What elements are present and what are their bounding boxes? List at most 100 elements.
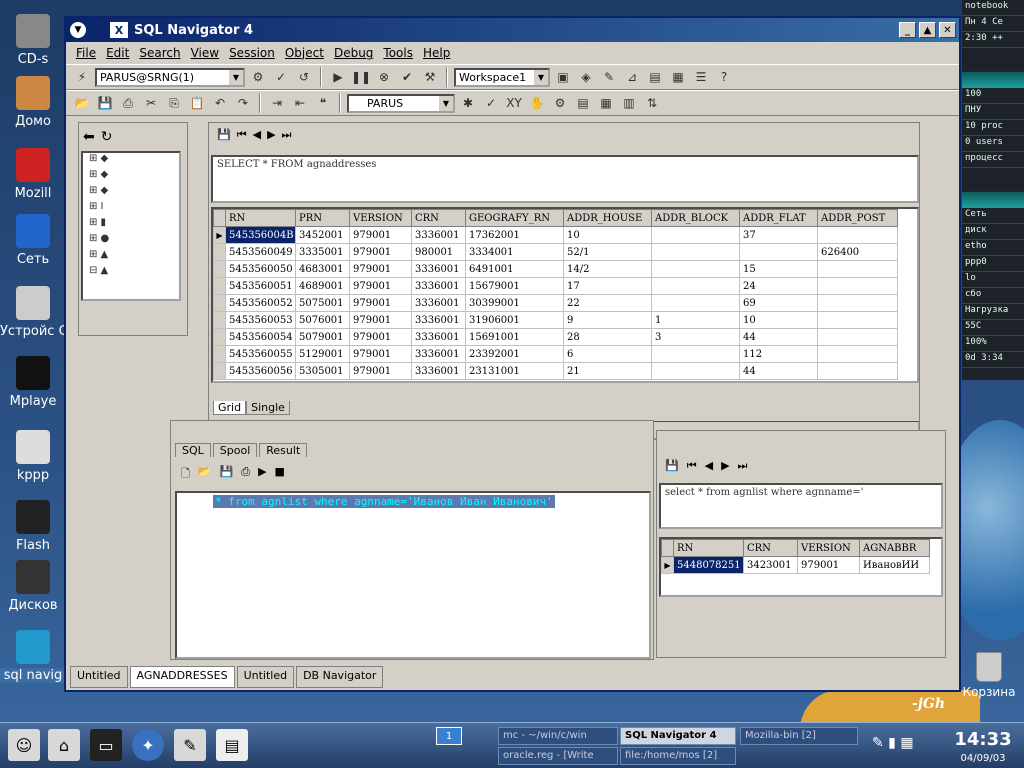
table-cell[interactable]: 69: [739, 294, 818, 312]
table-cell[interactable]: 5075001: [295, 294, 350, 312]
tree-node[interactable]: ⊞ ◆: [83, 169, 179, 185]
desktop-pager[interactable]: 1: [436, 727, 462, 745]
menu-session[interactable]: Session: [229, 46, 275, 60]
table-cell[interactable]: [817, 311, 898, 329]
column-header[interactable]: ADDR_FLAT: [739, 209, 818, 227]
column-header[interactable]: RN: [225, 209, 296, 227]
navigator-tree[interactable]: ⊞ ◆ ⊞ ◆ ⊞ ◆ ⊞ Ⅰ ⊞ ▮ ⊞ ● ⊞ ▲ ⊟ ▲: [81, 151, 181, 301]
table-cell[interactable]: 979001: [349, 294, 412, 312]
clock-time[interactable]: 14:33: [948, 729, 1018, 750]
new-icon[interactable]: 🗋: [181, 465, 190, 484]
table-row[interactable]: 5453560049 3335001 979001 980001 3334001 52/1…: [213, 243, 898, 261]
sql-text[interactable]: SELECT * FROM agnaddresses: [211, 155, 919, 203]
table-cell[interactable]: 3336001: [411, 294, 466, 312]
explain-icon[interactable]: ✓: [481, 93, 501, 113]
table-cell[interactable]: 14/2: [563, 260, 652, 278]
browse-icon[interactable]: ▦: [596, 93, 616, 113]
home-launcher-icon[interactable]: ⌂: [48, 729, 80, 761]
refresh-icon[interactable]: ↻: [101, 129, 113, 145]
table-cell[interactable]: ИвановИИ: [859, 556, 930, 574]
table-cell[interactable]: 626400: [817, 243, 898, 261]
tab-spool[interactable]: Spool: [212, 443, 258, 457]
table-cell[interactable]: 15: [739, 260, 818, 278]
table-cell[interactable]: 30399001: [465, 294, 564, 312]
column-header[interactable]: ADDR_POST: [817, 209, 898, 227]
desktop-icon[interactable]: Устройс CD/DVD-: [0, 286, 66, 339]
next-icon[interactable]: ▶: [721, 459, 729, 473]
table-cell[interactable]: 4683001: [295, 260, 350, 278]
xy-icon[interactable]: XY: [504, 93, 524, 113]
column-header[interactable]: CRN: [411, 209, 466, 227]
column-header[interactable]: VERSION: [349, 209, 412, 227]
table-cell[interactable]: 6491001: [465, 260, 564, 278]
window-tab[interactable]: AGNADDRESSES: [129, 666, 235, 688]
window-tab[interactable]: DB Navigator: [296, 666, 384, 688]
tune-icon[interactable]: ⚙: [550, 93, 570, 113]
table-cell[interactable]: 3423001: [743, 556, 798, 574]
plan-icon[interactable]: ▤: [573, 93, 593, 113]
table-cell[interactable]: 24: [739, 277, 818, 295]
table-cell[interactable]: 3334001: [465, 243, 564, 261]
table-cell[interactable]: 1: [651, 311, 740, 329]
window-tab[interactable]: Untitled: [236, 666, 295, 688]
table-cell[interactable]: [651, 345, 740, 363]
table-cell[interactable]: 22: [563, 294, 652, 312]
table-cell[interactable]: 3335001: [295, 243, 350, 261]
table-cell[interactable]: 31906001: [465, 311, 564, 329]
menu-search[interactable]: Search: [139, 46, 180, 60]
task-oracle-reg[interactable]: oracle.reg - [Write: [498, 747, 618, 765]
table-cell[interactable]: [817, 277, 898, 295]
open-icon[interactable]: 📂: [72, 93, 92, 113]
editor-launcher-icon[interactable]: ✎: [174, 729, 206, 761]
rollback-icon[interactable]: ↺: [294, 67, 314, 87]
table-row[interactable]: 5453560052 5075001 979001 3336001 30399001 22…: [213, 294, 898, 312]
table-row[interactable]: 5453560053 5076001 979001 3336001 31906001 9 1…: [213, 311, 898, 329]
print-icon[interactable]: ⎙: [241, 465, 250, 484]
table-cell[interactable]: [817, 226, 898, 244]
tools-icon[interactable]: ⚒: [420, 67, 440, 87]
table-cell[interactable]: 5448078251: [673, 556, 744, 574]
list-icon[interactable]: ☰: [691, 67, 711, 87]
trash-desktop-icon[interactable]: Корзина: [954, 652, 1024, 699]
report-icon[interactable]: ▤: [645, 67, 665, 87]
window-icon[interactable]: ▣: [553, 67, 573, 87]
tray-icons[interactable]: ✎ ▮ ▦: [872, 735, 914, 751]
table-cell[interactable]: 5453560053: [225, 311, 296, 329]
tree-root[interactable]: ⊞ ◆: [83, 153, 179, 169]
task-file-manager[interactable]: file:/home/mos [2]: [620, 747, 736, 765]
table-cell[interactable]: 5129001: [295, 345, 350, 363]
table-cell[interactable]: 3452001: [295, 226, 350, 244]
table-row[interactable]: 5453560051 4689001 979001 3336001 15679001 17…: [213, 277, 898, 295]
stop-icon[interactable]: ■: [275, 465, 285, 484]
tab-result[interactable]: Result: [259, 443, 308, 457]
table-cell[interactable]: [651, 362, 740, 380]
agnlist-sql-text[interactable]: select * from agnlist where agnname=': [659, 483, 943, 529]
menu-tools[interactable]: Tools: [383, 46, 413, 60]
save-icon[interactable]: 💾: [217, 128, 231, 142]
table-cell[interactable]: 17362001: [465, 226, 564, 244]
paste-icon[interactable]: 📋: [187, 93, 207, 113]
table-cell[interactable]: 979001: [349, 362, 412, 380]
window-titlebar[interactable]: ▼ X SQL Navigator 4 _ ▲ ✕: [66, 18, 959, 42]
office-launcher-icon[interactable]: ▤: [216, 729, 248, 761]
table-cell[interactable]: [817, 260, 898, 278]
hand-icon[interactable]: ✋: [527, 93, 547, 113]
task-mc[interactable]: mc - ~/win/c/win: [498, 727, 618, 745]
desktop-icon[interactable]: Домо: [0, 76, 66, 129]
table-cell[interactable]: 979001: [349, 243, 412, 261]
stop-icon[interactable]: ⊗: [374, 67, 394, 87]
table-cell[interactable]: 44: [739, 328, 818, 346]
undo-icon[interactable]: ↶: [210, 93, 230, 113]
tab-single[interactable]: Single: [246, 401, 290, 415]
table-cell[interactable]: 979001: [349, 277, 412, 295]
table-cell[interactable]: [651, 243, 740, 261]
prev-icon[interactable]: ◀: [705, 459, 713, 473]
table-cell[interactable]: 5076001: [295, 311, 350, 329]
maximize-button[interactable]: ▲: [919, 22, 936, 38]
table-cell[interactable]: 5453560049: [225, 243, 296, 261]
table-cell[interactable]: [817, 345, 898, 363]
tab-grid[interactable]: Grid: [213, 401, 247, 415]
table-cell[interactable]: 979001: [349, 226, 412, 244]
save-icon[interactable]: 💾: [220, 465, 234, 484]
table-row[interactable]: ▶ 545356004B 3452001 979001 3336001 17362001 1…: [213, 226, 898, 244]
